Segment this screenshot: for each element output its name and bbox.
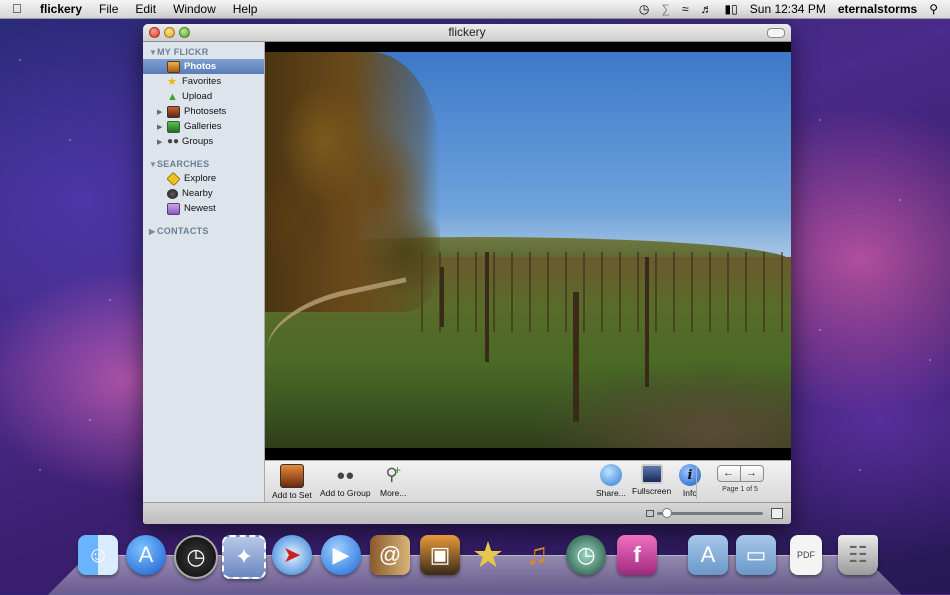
photo-image xyxy=(265,52,791,448)
sidebar-item-photos[interactable]: Photos xyxy=(143,59,264,74)
zoom-slider-knob[interactable] xyxy=(662,508,672,518)
documents-folder-icon[interactable]: ▭ xyxy=(736,535,776,575)
bluetooth-icon[interactable]: ∑ xyxy=(661,2,670,16)
gallery-icon xyxy=(167,120,180,133)
newest-icon xyxy=(167,202,180,215)
dashboard-icon[interactable]: ◷ xyxy=(174,535,218,579)
sidebar-item-photosets[interactable]: ▶ Photosets xyxy=(143,104,264,119)
magnifier-plus-icon: ⚲ + xyxy=(385,463,401,484)
disclosure-down-icon: ▼ xyxy=(149,160,158,169)
toolbar-toggle-button[interactable] xyxy=(767,28,785,38)
page-indicator: Page 1 of 5 xyxy=(722,486,758,493)
disclosure-right-icon[interactable]: ▶ xyxy=(157,138,167,146)
window-title: flickery xyxy=(448,25,486,39)
apple-menu-icon[interactable]:  xyxy=(12,2,26,16)
share-button[interactable]: Share... xyxy=(596,464,626,498)
menu-app-name[interactable]: flickery xyxy=(40,2,82,16)
next-page-button[interactable]: → xyxy=(740,465,764,482)
sidebar-item-nearby[interactable]: Nearby xyxy=(143,186,264,201)
sidebar-item-newest[interactable]: Newest xyxy=(143,201,264,216)
close-button[interactable] xyxy=(149,27,160,38)
safari-icon[interactable]: ➤ xyxy=(272,535,312,575)
garageband-icon[interactable]: ♫ xyxy=(517,535,557,575)
ichat-icon[interactable]: ▶ xyxy=(321,535,361,575)
star-icon: ★ xyxy=(167,75,177,88)
pdf-document-icon[interactable]: PDF xyxy=(790,535,822,575)
title-bar[interactable]: flickery xyxy=(143,24,791,42)
menu-window[interactable]: Window xyxy=(173,2,216,16)
disclosure-right-icon[interactable]: ▶ xyxy=(157,123,167,131)
add-to-group-button[interactable]: ●● Add to Group xyxy=(320,464,371,499)
menu-user[interactable]: eternalstorms xyxy=(838,2,917,16)
zoom-slider[interactable] xyxy=(657,512,763,515)
upload-arrow-icon: ▲ xyxy=(167,90,178,103)
spotlight-icon[interactable]: ⚲ xyxy=(929,2,938,16)
sidebar-item-galleries[interactable]: ▶ Galleries xyxy=(143,119,264,134)
menu-edit[interactable]: Edit xyxy=(135,2,156,16)
sidebar-item-upload[interactable]: ▲ Upload xyxy=(143,89,264,104)
pager: ← → Page 1 of 5 xyxy=(707,465,773,493)
time-machine-icon[interactable]: ◷ xyxy=(639,2,649,16)
disclosure-right-icon[interactable]: ▶ xyxy=(157,108,167,116)
battery-icon[interactable]: ▮▯ xyxy=(725,2,738,16)
photoset-icon xyxy=(167,105,180,118)
dock-icons: ☺ A ◷ ✦ ➤ ▶ @ ▣ ★ ♫ ◷ f A ▭ PDF ☷ xyxy=(0,531,950,591)
info-icon: i xyxy=(679,464,701,486)
sidebar: ▼MY FLICKR Photos ★ Favorites ▲ Upload ▶… xyxy=(143,42,265,502)
menu-bar:  flickery File Edit Window Help ◷ ∑ ≈ ♬… xyxy=(0,0,950,19)
section-contacts[interactable]: ▶ CONTACTS xyxy=(143,221,264,238)
mail-stamp-icon[interactable]: ✦ xyxy=(222,535,266,579)
volume-icon[interactable]: ♬ xyxy=(701,2,713,16)
sidebar-item-groups[interactable]: ▶ ●● Groups xyxy=(143,134,264,149)
large-thumbnail-icon[interactable] xyxy=(771,508,783,519)
bottom-toolbar: Add to Set ●● Add to Group ⚲ + More... Sh… xyxy=(265,460,791,503)
toolbar-separator xyxy=(696,467,697,499)
disclosure-down-icon: ▼ xyxy=(149,48,158,57)
more-button[interactable]: ⚲ + More... xyxy=(380,463,406,498)
add-to-set-icon xyxy=(279,464,304,488)
zoom-button[interactable] xyxy=(179,27,190,38)
group-icon: ●● xyxy=(336,466,355,484)
photo-icon xyxy=(167,60,180,73)
menu-help[interactable]: Help xyxy=(233,2,258,16)
app-store-icon[interactable]: A xyxy=(126,535,166,575)
section-searches[interactable]: ▼SEARCHES xyxy=(143,154,264,171)
previous-page-button[interactable]: ← xyxy=(716,465,741,482)
group-icon: ●● xyxy=(167,135,180,147)
nearby-icon xyxy=(167,188,178,199)
trash-icon[interactable]: ☷ xyxy=(838,535,878,575)
app-window: flickery ▼MY FLICKR Photos ★ Favorites ▲… xyxy=(143,24,791,524)
photo-viewer[interactable] xyxy=(265,42,791,460)
flickery-app-icon[interactable]: f xyxy=(617,535,657,575)
iphoto-icon[interactable]: ▣ xyxy=(420,535,460,575)
status-bar xyxy=(143,502,791,524)
menu-clock[interactable]: Sun 12:34 PM xyxy=(750,2,826,16)
wifi-icon[interactable]: ≈ xyxy=(682,2,689,16)
speech-bubble-icon xyxy=(599,464,622,486)
section-my-flickr[interactable]: ▼MY FLICKR xyxy=(143,42,264,59)
time-machine-dock-icon[interactable]: ◷ xyxy=(566,535,606,575)
sidebar-item-explore[interactable]: Explore xyxy=(143,171,264,186)
imovie-icon[interactable]: ★ xyxy=(468,534,508,575)
fullscreen-button[interactable]: Fullscreen xyxy=(632,464,671,496)
finder-icon[interactable]: ☺ xyxy=(78,535,118,575)
sidebar-item-favorites[interactable]: ★ Favorites xyxy=(143,74,264,89)
info-button[interactable]: i Info xyxy=(679,464,701,498)
disclosure-right-icon: ▶ xyxy=(149,227,156,236)
minimize-button[interactable] xyxy=(164,27,175,38)
explore-icon xyxy=(166,171,181,186)
address-book-icon[interactable]: @ xyxy=(370,535,410,575)
applications-folder-icon[interactable]: A xyxy=(688,535,728,575)
fullscreen-icon xyxy=(640,464,663,484)
add-to-set-button[interactable]: Add to Set xyxy=(272,464,312,500)
menu-file[interactable]: File xyxy=(99,2,118,16)
small-thumbnail-icon[interactable] xyxy=(646,510,654,517)
